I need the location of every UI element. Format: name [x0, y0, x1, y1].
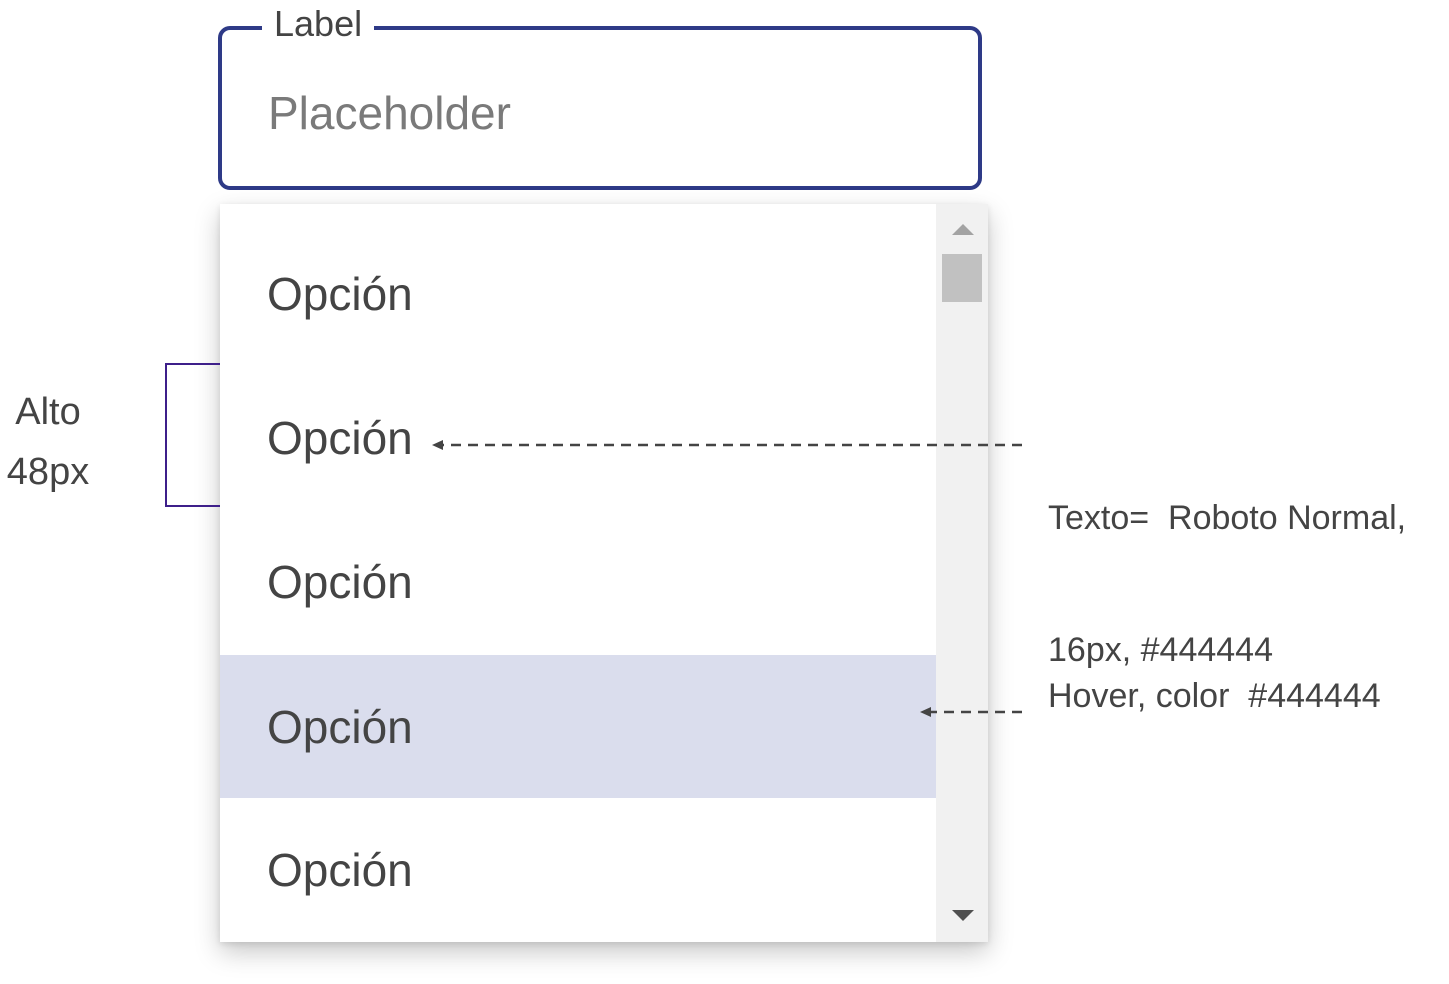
spec-canvas: Label Opción Opción Opción Opción Opción…	[0, 0, 1449, 984]
arrow-left-icon	[432, 440, 443, 450]
hover-spec-note: Hover, color #444444	[1048, 677, 1381, 715]
text-spec-line1: Texto= Roboto Normal,	[1048, 499, 1407, 537]
arrow-left-icon	[920, 707, 931, 717]
text-spec-line2: 16px, #444444	[1048, 631, 1273, 669]
